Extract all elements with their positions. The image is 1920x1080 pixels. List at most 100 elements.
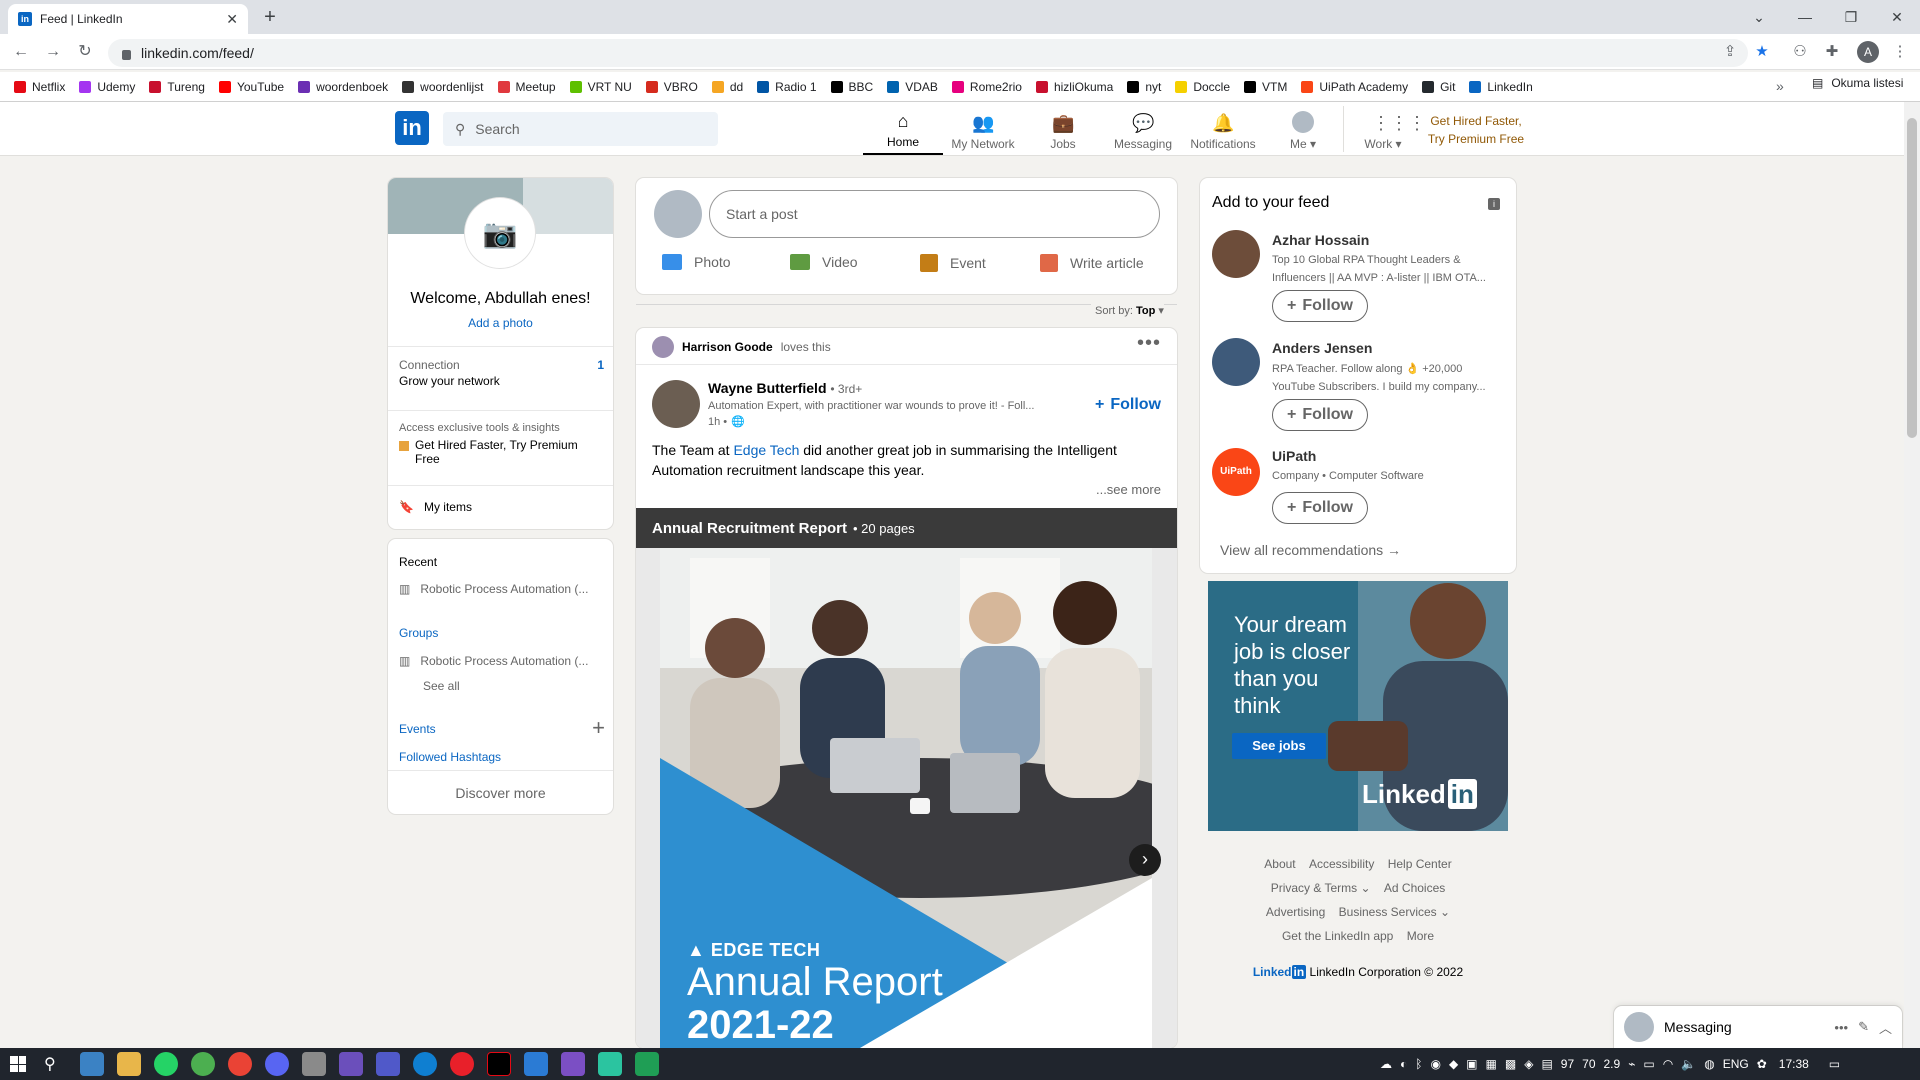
file-explorer-icon[interactable] — [117, 1052, 141, 1076]
edge-icon[interactable] — [413, 1052, 437, 1076]
app-icon[interactable] — [302, 1052, 326, 1076]
start-icon[interactable] — [10, 1056, 26, 1072]
bookmark-item[interactable]: nyt — [1127, 80, 1161, 94]
recent-item[interactable]: ▥ Robotic Process Automation (... — [399, 582, 588, 596]
share-icon[interactable]: ⇪ — [1720, 42, 1740, 62]
tray-icon[interactable]: ◆ — [1449, 1057, 1458, 1071]
tray-icon[interactable]: ◉ — [1430, 1057, 1440, 1071]
video-button[interactable]: Video — [790, 254, 858, 270]
footer-link[interactable]: Accessibility — [1309, 857, 1374, 871]
followed-hashtags-link[interactable]: Followed Hashtags — [399, 750, 501, 764]
app-icon[interactable] — [339, 1052, 363, 1076]
more-options-icon[interactable]: ••• — [1137, 332, 1161, 355]
restore-button[interactable]: ❐ — [1828, 4, 1874, 30]
bluetooth-icon[interactable]: ᛒ — [1415, 1057, 1422, 1071]
connection-row[interactable]: Connection Grow your network 1 — [399, 358, 604, 388]
bookmark-item[interactable]: woordenboek — [298, 80, 388, 94]
events-link[interactable]: Events — [399, 722, 436, 736]
follow-button[interactable]: + Follow — [1272, 492, 1368, 524]
extension-icon[interactable]: ⚇ — [1790, 42, 1810, 62]
bookmark-item[interactable]: Netflix — [14, 80, 65, 94]
start-post-button[interactable]: Start a post — [709, 190, 1160, 238]
bookmark-item[interactable]: Udemy — [79, 80, 135, 94]
add-photo-avatar[interactable]: 📷 — [465, 198, 535, 268]
event-button[interactable]: Event — [920, 254, 986, 272]
footer-link[interactable]: About — [1264, 857, 1295, 871]
nav-me[interactable]: Me ▾ — [1263, 107, 1343, 155]
bookmark-item[interactable]: VRT NU — [569, 80, 632, 94]
footer-link[interactable]: Business Services ⌄ — [1339, 905, 1450, 919]
premium-link[interactable]: Get Hired Faster, Try Premium Free — [1426, 112, 1526, 148]
menu-icon[interactable]: ⋮ — [1890, 42, 1910, 62]
bookmark-item[interactable]: dd — [711, 80, 743, 94]
bookmarks-more-button[interactable]: » — [1776, 78, 1784, 94]
search-input[interactable]: ⚲ Search — [443, 112, 718, 146]
nav-home[interactable]: ⌂ Home — [863, 107, 943, 155]
battery-icon[interactable]: ▭ — [1643, 1057, 1654, 1071]
tray-icon[interactable]: ✿ — [1757, 1057, 1767, 1071]
my-items-link[interactable]: 🔖 My items — [399, 500, 472, 514]
network-icon[interactable]: ⌁ — [1628, 1057, 1635, 1071]
wifi-icon[interactable]: ◠ — [1663, 1057, 1673, 1071]
footer-link[interactable]: Get the LinkedIn app — [1282, 929, 1393, 943]
app-icon[interactable] — [524, 1052, 548, 1076]
premium-promo[interactable]: Access exclusive tools & insights Get Hi… — [399, 422, 604, 466]
groups-link[interactable]: Groups — [399, 626, 438, 640]
tray-icon[interactable]: ◐ — [1400, 1057, 1407, 1071]
tab-search-icon[interactable]: ⌄ — [1736, 4, 1782, 30]
netflix-icon[interactable] — [487, 1052, 511, 1076]
activity-actor[interactable]: Harrison Goode — [682, 340, 773, 354]
bookmark-item[interactable]: hizliOkuma — [1035, 80, 1113, 94]
minimize-button[interactable]: — — [1782, 4, 1828, 30]
messaging-dock[interactable]: Messaging ••• ✎ ︿ — [1614, 1006, 1902, 1048]
cloud-icon[interactable]: ☁ — [1380, 1057, 1392, 1071]
bookmark-item[interactable]: BBC — [830, 80, 873, 94]
nav-jobs[interactable]: 💼 Jobs — [1023, 107, 1103, 155]
footer-link[interactable]: Help Center — [1388, 857, 1452, 871]
forward-icon[interactable]: → — [40, 40, 66, 64]
close-tab-icon[interactable]: ✕ — [226, 11, 238, 28]
author-avatar[interactable] — [652, 380, 700, 428]
group-item[interactable]: ▥ Robotic Process Automation (... — [399, 654, 588, 668]
follow-button[interactable]: + Follow — [1272, 399, 1368, 431]
bookmark-item[interactable]: VBRO — [645, 80, 698, 94]
chrome-profile-icon[interactable] — [228, 1052, 252, 1076]
whatsapp-icon[interactable] — [154, 1052, 178, 1076]
avatar[interactable] — [1212, 230, 1260, 278]
close-window-button[interactable]: ✕ — [1874, 4, 1920, 30]
bookmark-item[interactable]: UiPath Academy — [1301, 80, 1408, 94]
edge-tech-link[interactable]: Edge Tech — [733, 442, 799, 458]
add-photo-link[interactable]: Add a photo — [388, 316, 613, 330]
suggestion-name[interactable]: UiPath — [1272, 448, 1502, 464]
suggestion-name[interactable]: Azhar Hossain — [1272, 232, 1502, 248]
chrome-icon[interactable] — [191, 1052, 215, 1076]
discover-more-button[interactable]: Discover more — [388, 785, 613, 801]
view-all-recommendations-link[interactable]: View all recommendations → — [1220, 542, 1401, 558]
write-article-button[interactable]: Write article — [1040, 254, 1144, 272]
sort-control[interactable]: Sort by: Top ▾ — [1091, 304, 1164, 317]
opera-icon[interactable] — [450, 1052, 474, 1076]
bookmark-item[interactable]: Doccle — [1175, 80, 1230, 94]
see-more-link[interactable]: ...see more — [1096, 482, 1161, 497]
footer-link[interactable]: More — [1407, 929, 1434, 943]
compose-icon[interactable]: ✎ — [1858, 1019, 1869, 1035]
bookmark-item[interactable]: Meetup — [497, 80, 556, 94]
tray-icon[interactable]: ▦ — [1486, 1057, 1497, 1071]
bookmark-item[interactable]: Git — [1422, 80, 1455, 94]
nav-my-network[interactable]: 👥 My Network — [943, 107, 1023, 155]
teams-icon[interactable] — [376, 1052, 400, 1076]
follow-author-button[interactable]: + Follow — [1095, 396, 1161, 414]
nav-work[interactable]: ⋮⋮⋮ Work ▾ — [1343, 107, 1426, 155]
nav-notifications[interactable]: 🔔 Notifications — [1183, 107, 1263, 155]
scrollbar-thumb[interactable] — [1907, 118, 1917, 438]
tray-icon[interactable]: ◈ — [1524, 1057, 1533, 1071]
bookmark-item[interactable]: woordenlijst — [402, 80, 484, 94]
notification-center-icon[interactable]: ▭ — [1829, 1057, 1840, 1071]
next-page-button[interactable]: › — [1129, 844, 1161, 876]
bookmark-item[interactable]: VTM — [1244, 80, 1287, 94]
tray-icon[interactable]: ▣ — [1466, 1057, 1477, 1071]
reload-icon[interactable]: ↻ — [72, 40, 98, 64]
language-indicator[interactable]: ENG — [1723, 1057, 1749, 1071]
bookmark-item[interactable]: LinkedIn — [1469, 80, 1533, 94]
bookmark-item[interactable]: Tureng — [149, 80, 205, 94]
